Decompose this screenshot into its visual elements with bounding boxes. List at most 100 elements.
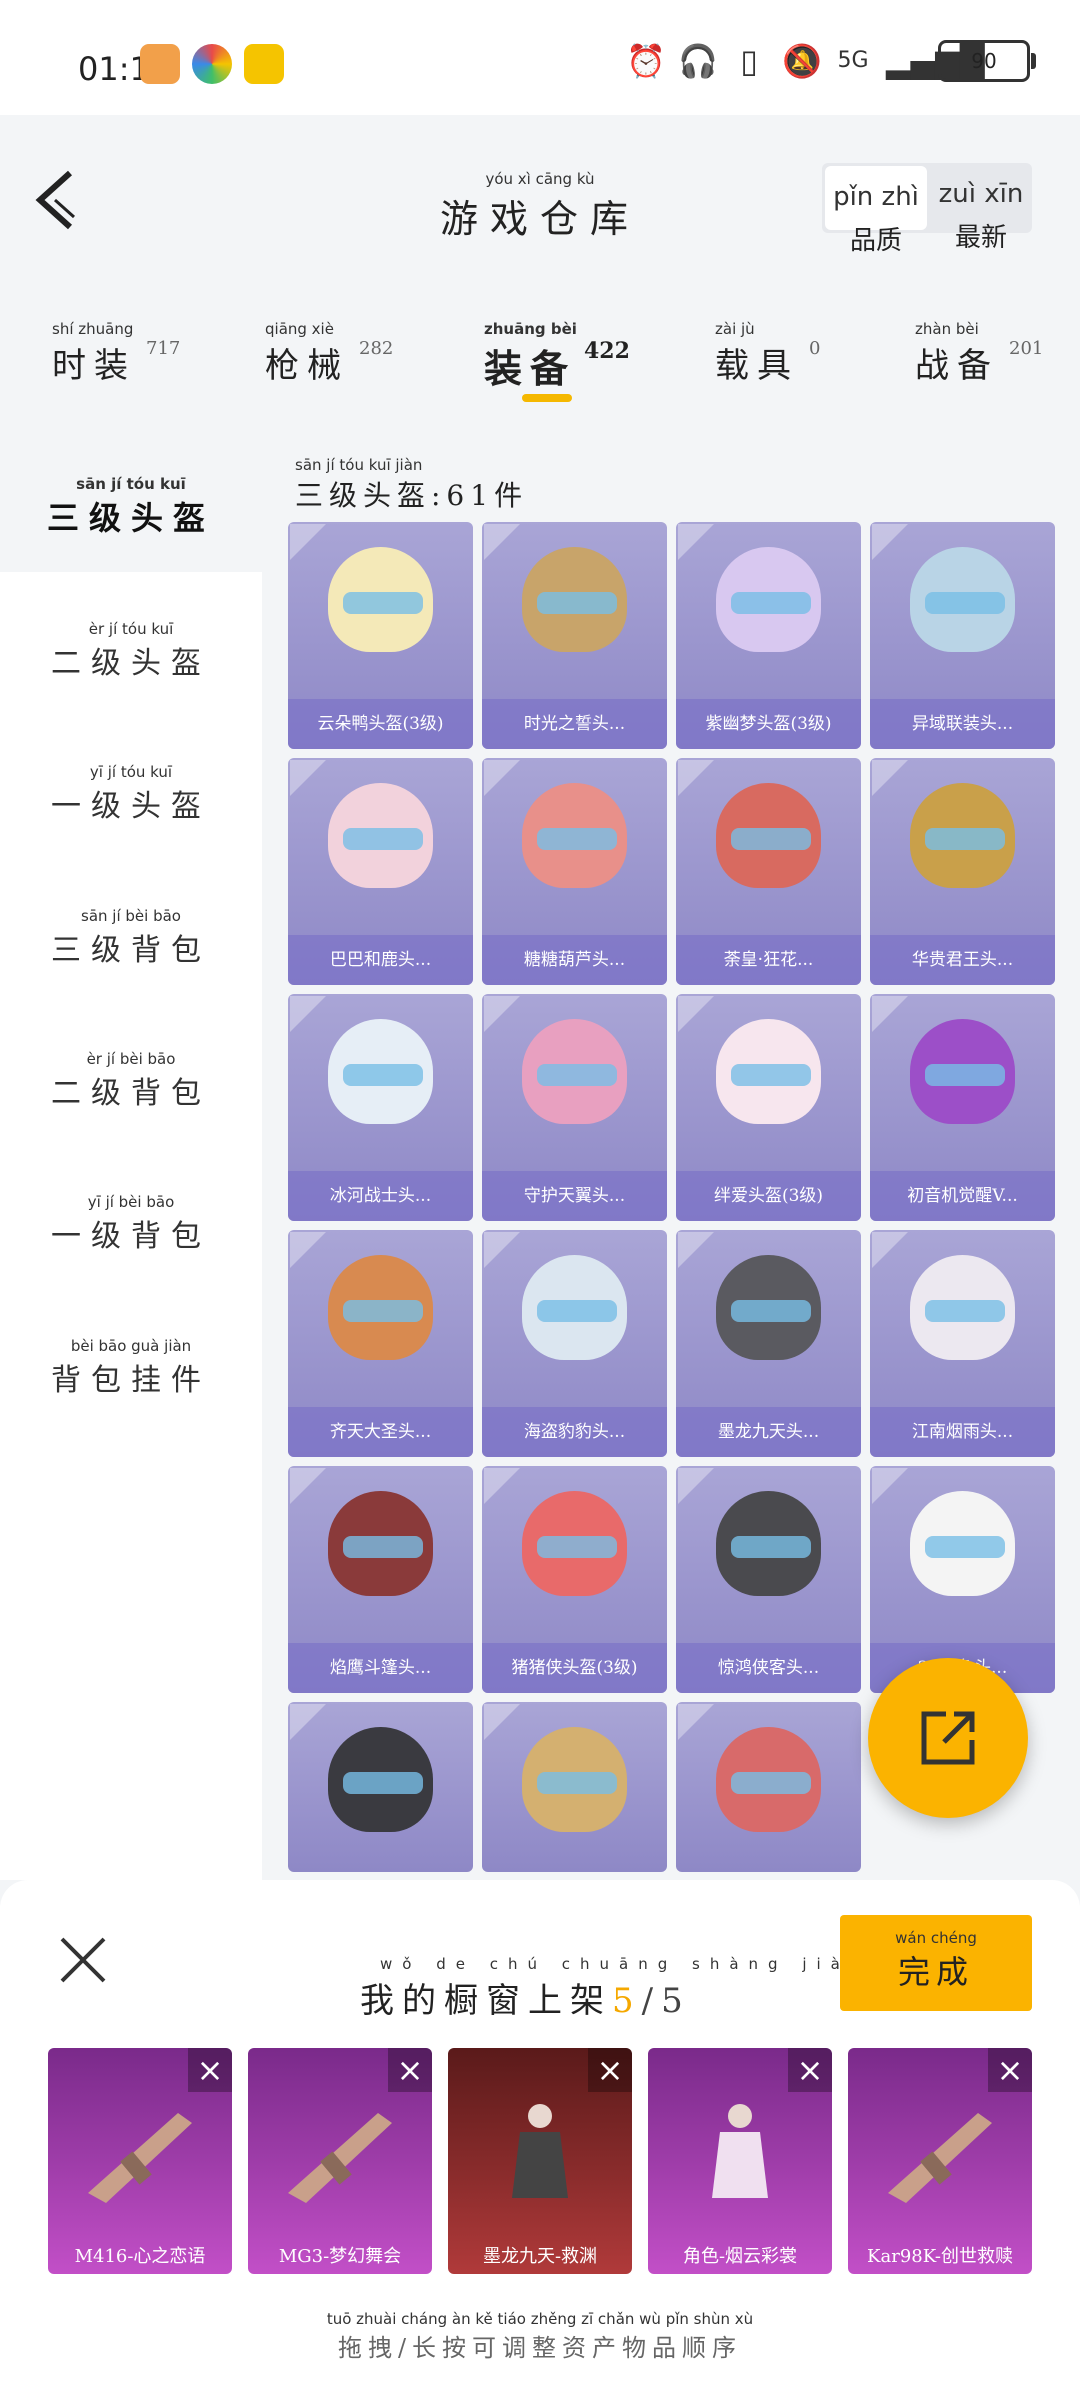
section-title: sān jí tóu kuī jiàn 三级头盔:61件 (295, 456, 529, 512)
item-name: 华贵君王头... (870, 935, 1055, 985)
check-icon (290, 760, 326, 796)
sidebar-item-level1-backpack[interactable]: yī jí bèi bāo 一级背包 (0, 1193, 262, 1255)
helmet-visor (343, 1536, 423, 1558)
helmet-visor (925, 828, 1005, 850)
item-card[interactable]: 海盗豹豹头... (482, 1230, 667, 1457)
alarm-icon: ⏰ (626, 42, 666, 80)
item-card[interactable]: 异域联装头... (870, 522, 1055, 749)
showcase-slot[interactable]: × 墨龙九天-救渊 (448, 2048, 632, 2274)
item-name: 初音机觉醒V... (870, 1171, 1055, 1221)
sidebar-item-level2-backpack[interactable]: èr jí bèi bāo 二级背包 (0, 1050, 262, 1112)
page-title: yóu xì cāng kù 游戏仓库 (380, 170, 700, 243)
item-card[interactable]: 齐天大圣头... (288, 1230, 473, 1457)
showcase-title: wǒ de chú chuāng shàng jià 我的橱窗上架5/5 (360, 1955, 850, 2021)
page-title-pinyin: yóu xì cāng kù (485, 170, 595, 188)
check-icon (872, 760, 908, 796)
showcase-slot[interactable]: × MG3-梦幻舞会 (248, 2048, 432, 2274)
item-card[interactable]: 云朵鸭头盔(3级) (288, 522, 473, 749)
mute-icon: 🔕 (782, 42, 822, 80)
slot-name: 角色-烟云彩裳 (682, 2246, 798, 2267)
item-name: 荼皇·狂花... (676, 935, 861, 985)
tab-weapons[interactable]: qiāng xiè 枪械 282 (265, 320, 393, 387)
item-card[interactable]: 初音机觉醒V... (870, 994, 1055, 1221)
item-name: 巴巴和鹿头... (288, 935, 473, 985)
item-card[interactable]: 时光之誓头... (482, 522, 667, 749)
helmet-visor (343, 1300, 423, 1322)
sort-toggle: pǐn zhì 品质 zuì xīn 最新 (822, 163, 1032, 256)
helmet-visor (537, 592, 617, 614)
sidebar-item-level3-backpack[interactable]: sān jí bèi bāo 三级背包 (0, 907, 262, 969)
item-card[interactable]: 荼皇·狂花... (676, 758, 861, 985)
helmet-visor (731, 592, 811, 614)
sort-quality[interactable]: pǐn zhì 品质 (825, 166, 927, 256)
item-card[interactable]: 惊鸿侠客头... (676, 1466, 861, 1693)
showcase-slot[interactable]: × 角色-烟云彩裳 (648, 2048, 832, 2274)
item-name: 惊鸿侠客头... (676, 1643, 861, 1693)
item-card[interactable]: 巴巴和鹿头... (288, 758, 473, 985)
tab-fashion[interactable]: shí zhuāng 时装 717 (52, 320, 180, 387)
showcase-slot[interactable]: × M416-心之恋语 (48, 2048, 232, 2274)
tab-equipment[interactable]: zhuāng bèi 装备 422 (484, 320, 630, 393)
tab-indicator (522, 394, 572, 402)
check-icon (484, 760, 520, 796)
helmet-visor (537, 1536, 617, 1558)
check-icon (290, 1704, 326, 1740)
remove-icon[interactable]: × (988, 2048, 1032, 2092)
helmet-visor (343, 1772, 423, 1794)
check-icon (872, 996, 908, 1032)
network-icon: 5G (837, 48, 869, 73)
item-card[interactable] (482, 1702, 667, 1872)
item-card[interactable]: 守护天翼头... (482, 994, 667, 1221)
slot-name: 墨龙九天-救渊 (482, 2246, 598, 2267)
helmet-visor (731, 1064, 811, 1086)
remove-icon[interactable]: × (788, 2048, 832, 2092)
tab-vehicles[interactable]: zài jù 载具 0 (715, 320, 820, 387)
item-card[interactable]: 糖糖葫芦头... (482, 758, 667, 985)
back-icon[interactable] (30, 165, 80, 235)
sort-newest[interactable]: zuì xīn 最新 (930, 163, 1032, 253)
check-icon (484, 1232, 520, 1268)
sidebar-item-level2-helmet[interactable]: èr jí tóu kuī 二级头盔 (0, 620, 262, 682)
remove-icon[interactable]: × (388, 2048, 432, 2092)
remove-icon[interactable]: × (588, 2048, 632, 2092)
item-card[interactable]: 焰鹰斗篷头... (288, 1466, 473, 1693)
item-card[interactable]: 江南烟雨头... (870, 1230, 1055, 1457)
item-name: 糖糖葫芦头... (482, 935, 667, 985)
item-card[interactable] (676, 1702, 861, 1872)
item-card[interactable]: 华贵君王头... (870, 758, 1055, 985)
check-icon (678, 1704, 714, 1740)
remove-icon[interactable]: × (188, 2048, 232, 2092)
sidebar-item-level3-helmet[interactable]: sān jí tóu kuī 三级头盔 (0, 430, 262, 572)
character-icon (712, 2104, 768, 2198)
showcase-count-current: 5 (612, 1981, 642, 2021)
item-card[interactable]: 冰河战士头... (288, 994, 473, 1221)
showcase-slot[interactable]: × Kar98K-创世救赎 (848, 2048, 1032, 2274)
check-icon (484, 524, 520, 560)
done-button[interactable]: wán chéng 完成 (840, 1915, 1032, 2011)
sidebar-item-backpack-pendant[interactable]: bèi bāo guà jiàn 背包挂件 (0, 1337, 262, 1399)
helmet-visor (925, 1300, 1005, 1322)
item-card[interactable] (288, 1702, 473, 1872)
sidebar-item-level1-helmet[interactable]: yī jí tóu kuī 一级头盔 (0, 763, 262, 825)
helmet-visor (343, 1064, 423, 1086)
item-name: 云朵鸭头盔(3级) (288, 699, 473, 749)
item-card[interactable]: 绊爱头盔(3级) (676, 994, 861, 1221)
check-icon (290, 1468, 326, 1504)
item-name: 江南烟雨头... (870, 1407, 1055, 1457)
tab-supplies[interactable]: zhàn bèi 战备 201 (915, 320, 1043, 387)
close-icon[interactable] (58, 1935, 108, 1985)
item-card[interactable]: 猪猪侠头盔(3级) (482, 1466, 667, 1693)
item-name: 异域联装头... (870, 699, 1055, 749)
share-button[interactable] (868, 1658, 1028, 1818)
check-icon (484, 996, 520, 1032)
signal-icon: ▂▄▆█ (886, 42, 985, 80)
category-tabs: shí zhuāng 时装 717 qiāng xiè 枪械 282 zhuāng … (0, 320, 1080, 420)
item-name: 焰鹰斗篷头... (288, 1643, 473, 1693)
item-card[interactable]: 墨龙九天头... (676, 1230, 861, 1457)
item-card[interactable]: 紫幽梦头盔(3级) (676, 522, 861, 749)
app-icon-pinwheel (192, 44, 232, 84)
item-name: 紫幽梦头盔(3级) (676, 699, 861, 749)
check-icon (484, 1468, 520, 1504)
helmet-visor (731, 1772, 811, 1794)
rifle-icon (288, 2113, 392, 2203)
